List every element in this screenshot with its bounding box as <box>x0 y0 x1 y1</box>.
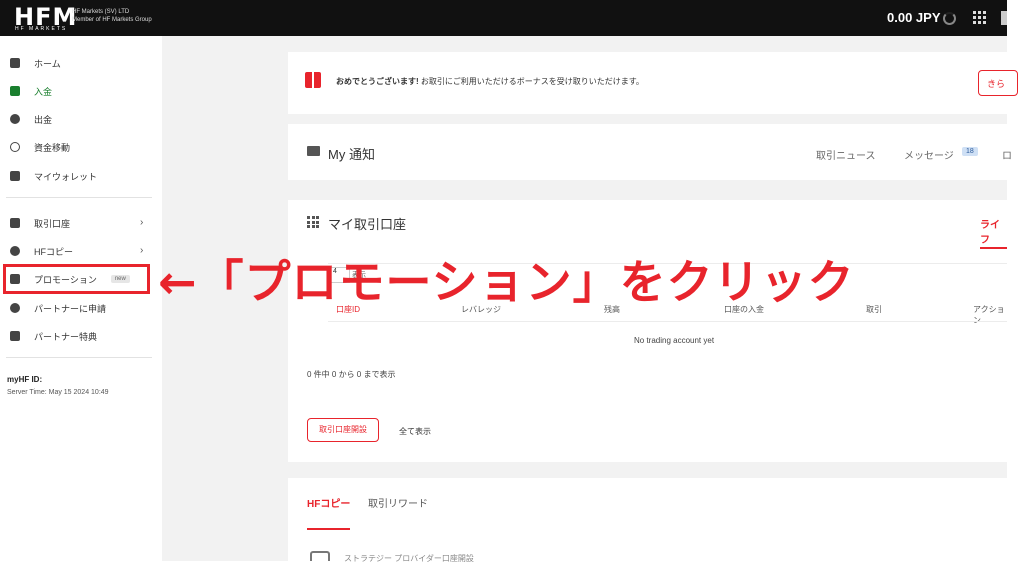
bonus-message-text: お取引にご利用いただけるボーナスを受け取りいただけます。 <box>418 77 644 86</box>
sidebar-item-label: ホーム <box>34 58 61 69</box>
tab-trading-news[interactable]: 取引ニュース <box>816 147 876 162</box>
logo-subtitle: HF MARKETS <box>15 26 68 32</box>
sidebar-item-label: パートナー特典 <box>34 331 98 342</box>
promotion-highlight-box <box>3 264 150 294</box>
wallet-icon <box>10 171 20 181</box>
column-action[interactable]: アクション <box>973 304 1007 326</box>
trading-account-icon <box>10 218 20 228</box>
sidebar-item-label: マイウォレット <box>34 171 98 182</box>
tab-edge[interactable]: ロ <box>1002 147 1012 162</box>
sidebar-item-partner-apply[interactable]: パートナーに申請 <box>10 297 106 319</box>
accounts-grid-icon <box>307 216 319 228</box>
sidebar-divider <box>6 197 152 198</box>
server-time: Server Time: May 15 2024 10:49 <box>7 389 109 396</box>
entity-info: HF Markets (SV) LTD Member of HF Markets… <box>72 8 152 24</box>
sidebar: ホーム 入金 出金 資金移動 マイウォレット 取引口座 › HFコピー › プロ… <box>0 36 162 561</box>
entity-line-2: Member of HF Markets Group <box>72 17 152 23</box>
bonus-message-bold: おめでとうございます! <box>336 77 419 86</box>
copy-card: HFコピー 取引リワード ストラテジー プロバイダー口座開設 <box>288 478 1007 563</box>
sidebar-item-label: 資金移動 <box>34 142 71 153</box>
divider <box>328 321 1007 322</box>
sidebar-item-partner-benefits[interactable]: パートナー特典 <box>10 325 97 347</box>
bonus-card: おめでとうございます! お取引にご利用いただけるボーナスを受け取りいただけます。… <box>288 52 1018 114</box>
annotation-instruction: ←「プロモーション」をクリック <box>158 255 855 309</box>
show-all-link[interactable]: 全て表示 <box>399 426 431 437</box>
transfer-icon <box>10 142 20 152</box>
table-entries-info: 0 件中 0 から 0 まで表示 <box>307 370 396 379</box>
sidebar-item-transfer[interactable]: 資金移動 <box>10 136 70 158</box>
sidebar-item-hf-copy[interactable]: HFコピー <box>10 240 73 262</box>
apps-grid-icon[interactable] <box>973 11 986 24</box>
gift-icon <box>305 72 321 88</box>
empty-table-message: No trading account yet <box>634 336 715 345</box>
withdraw-icon <box>10 114 20 124</box>
account-balance: 0.00 JPY <box>887 10 941 25</box>
tab-hf-copy[interactable]: HFコピー <box>307 495 350 510</box>
trading-accounts-card: マイ取引口座 ライフ 4 表示 口座ID レバレッジ 残高 口座の入金 取引 ア… <box>288 200 1007 462</box>
message-count-badge: 18 <box>962 147 978 156</box>
strategy-icon <box>310 551 330 561</box>
bonus-button[interactable]: きら <box>978 70 1018 96</box>
refresh-icon[interactable] <box>943 12 956 25</box>
user-icon <box>10 303 20 313</box>
notification-card: My 通知 取引ニュース メッセージ 18 ロ <box>288 124 1012 180</box>
notification-title: My 通知 <box>328 147 375 162</box>
sidebar-item-label: 取引口座 <box>34 218 71 229</box>
open-account-button[interactable]: 取引口座開設 <box>307 418 379 442</box>
sidebar-item-label: パートナーに申請 <box>34 303 107 314</box>
sidebar-item-label: 出金 <box>34 114 53 125</box>
sidebar-item-trading-accounts[interactable]: 取引口座 <box>10 212 70 234</box>
entity-line-1: HF Markets (SV) LTD <box>72 9 130 15</box>
live-tab-underline <box>980 247 1007 249</box>
tab-trading-rewards[interactable]: 取引リワード <box>368 495 428 510</box>
sidebar-item-label: 入金 <box>34 86 53 97</box>
sidebar-item-deposit[interactable]: 入金 <box>10 80 52 102</box>
bonus-message: おめでとうございます! お取引にご利用いただけるボーナスを受け取りいただけます。 <box>336 76 644 87</box>
copy-icon <box>10 246 20 256</box>
chevron-right-icon: › <box>140 245 144 256</box>
copy-tab-underline <box>307 528 350 530</box>
sidebar-item-home[interactable]: ホーム <box>10 52 61 74</box>
sidebar-divider <box>6 357 152 358</box>
deposit-icon <box>10 86 20 96</box>
partner-benefit-icon <box>10 331 20 341</box>
top-bar: HFM HF MARKETS HF Markets (SV) LTD Membe… <box>0 0 1007 36</box>
sidebar-item-label: HFコピー <box>34 246 73 257</box>
sidebar-item-wallet[interactable]: マイウォレット <box>10 165 97 187</box>
myhf-id-label: myHF ID: <box>7 375 43 384</box>
strategy-text: ストラテジー プロバイダー口座開設 <box>344 554 474 563</box>
accounts-title: マイ取引口座 <box>328 217 407 232</box>
column-trade[interactable]: 取引 <box>866 304 882 315</box>
sidebar-item-withdraw[interactable]: 出金 <box>10 108 52 130</box>
tab-messages[interactable]: メッセージ <box>904 147 954 162</box>
tab-live[interactable]: ライフ <box>980 216 1007 246</box>
home-icon <box>10 58 20 68</box>
profile-icon[interactable] <box>1001 11 1007 25</box>
chevron-right-icon: › <box>140 217 144 228</box>
mail-icon <box>307 146 320 156</box>
